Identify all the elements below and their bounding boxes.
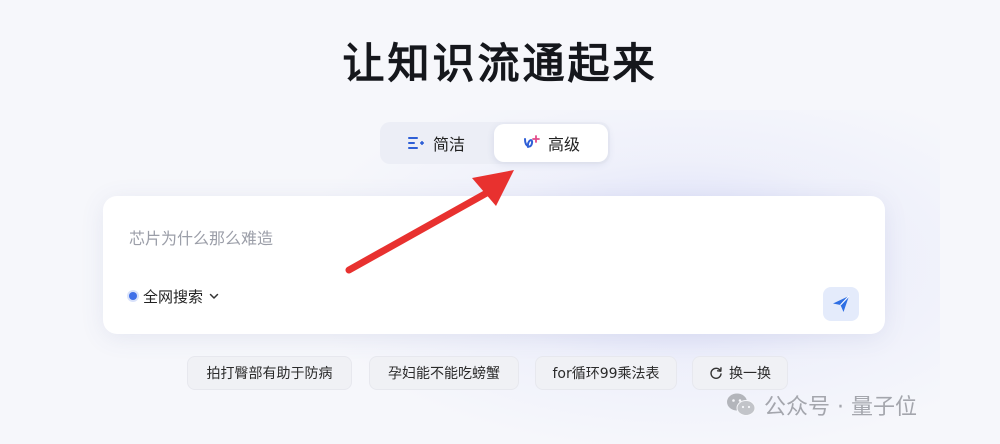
- page-title: 让知识流通起来: [342, 39, 658, 88]
- search-input[interactable]: [129, 224, 829, 252]
- mode-switch: 简洁 高级: [380, 122, 610, 164]
- suggestion-chip-label: 孕妇能不能吃螃蟹: [388, 366, 500, 382]
- paper-plane-icon: [833, 295, 850, 312]
- mode-advanced-button[interactable]: 高级: [494, 124, 608, 162]
- refresh-suggestions-button[interactable]: 换一换: [692, 356, 788, 390]
- list-lines-icon: [407, 137, 424, 149]
- ai-sparkle-icon: [523, 135, 540, 148]
- suggestion-chip-label: 拍打臀部有助于防病: [206, 366, 333, 382]
- chevron-down-icon: [209, 293, 219, 299]
- mode-simple-label: 简洁: [432, 135, 465, 154]
- refresh-label: 换一换: [729, 366, 771, 382]
- mode-advanced-label: 高级: [547, 135, 580, 154]
- search-scope-label: 全网搜索: [143, 287, 204, 306]
- suggestion-chip[interactable]: for循环99乘法表: [535, 356, 677, 390]
- send-button[interactable]: [823, 287, 859, 321]
- watermark-text: 公众号 · 量子位: [764, 395, 917, 420]
- refresh-icon: [710, 367, 722, 379]
- suggestion-chip-label: for循环99乘法表: [552, 366, 660, 382]
- search-card: 全网搜索: [103, 196, 885, 334]
- mode-simple-button[interactable]: 简洁: [380, 122, 492, 164]
- watermark: 公众号 · 量子位: [726, 388, 917, 422]
- search-scope-dropdown[interactable]: 全网搜索: [129, 285, 219, 307]
- wechat-icon: [727, 393, 756, 416]
- suggestion-chip[interactable]: 拍打臀部有助于防病: [187, 356, 352, 390]
- scope-indicator-dot: [129, 292, 137, 300]
- suggestion-chip[interactable]: 孕妇能不能吃螃蟹: [369, 356, 519, 390]
- suggestion-chips: 拍打臀部有助于防病 孕妇能不能吃螃蟹 for循环99乘法表 换一换: [0, 356, 1000, 392]
